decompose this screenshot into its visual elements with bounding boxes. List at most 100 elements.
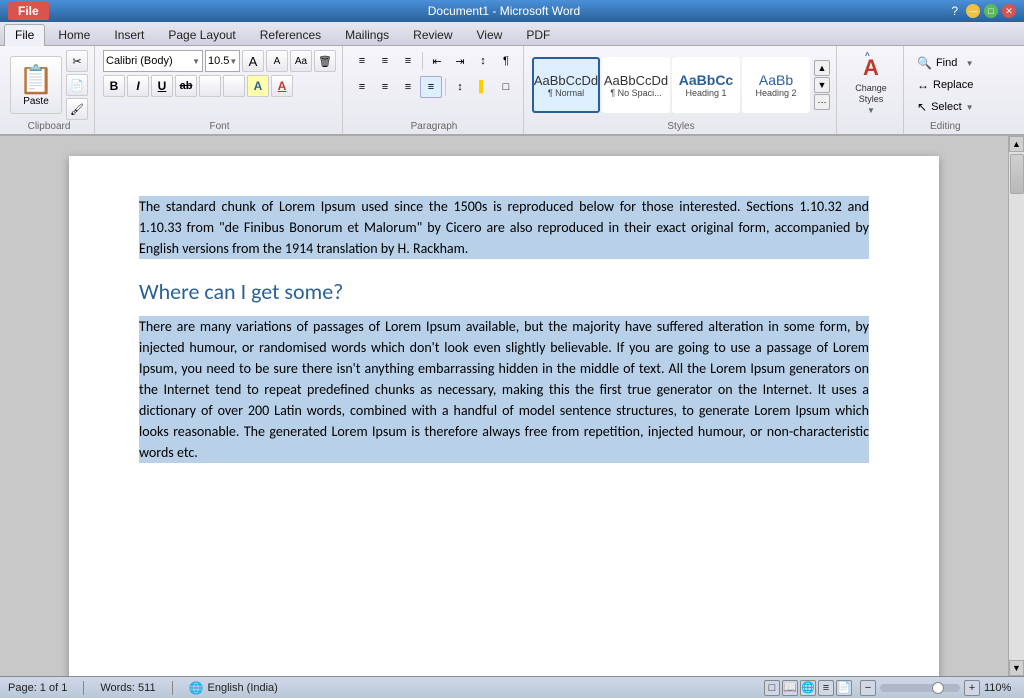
text-highlight-button[interactable]: A [247,75,269,97]
paragraph-group-label: Paragraph [345,121,523,132]
style-normal[interactable]: AaBbCcDd ¶ Normal [532,57,600,113]
change-case-button[interactable]: Aa [290,50,312,72]
paste-button[interactable]: 📋 Paste [10,56,62,114]
font-size-selector[interactable]: 10.5 ▼ [205,50,240,72]
tab-mailings[interactable]: Mailings [334,24,400,45]
strikethrough-button[interactable]: ab [175,75,197,97]
format-painter-button[interactable]: 🖌 [66,98,88,120]
page-status: Page: 1 of 1 [8,682,67,694]
web-layout-btn[interactable]: 🌐 [800,680,816,696]
para1-text: The standard chunk of Lorem Ipsum used s… [139,198,869,257]
maximize-btn[interactable]: □ [984,4,998,18]
paste-label: Paste [23,96,49,107]
minimize-btn[interactable]: — [966,4,980,18]
style-heading1[interactable]: AaBbCc Heading 1 [672,57,740,113]
styles-group: AaBbCcDd ¶ Normal AaBbCcDd ¶ No Spaci...… [526,46,837,134]
style-nospacing-preview: AaBbCcDd [604,73,668,88]
close-btn[interactable]: ✕ [1002,4,1016,18]
ribbon-tabs: File Home Insert Page Layout References … [0,22,1024,46]
bold-button[interactable]: B [103,75,125,97]
bullets-button[interactable]: ≡ [351,50,373,72]
decrease-indent-button[interactable]: ⇤ [426,50,448,72]
align-left-button[interactable]: ≡ [351,76,373,98]
line-spacing-button[interactable]: ↕ [449,76,471,98]
scroll-thumb[interactable] [1010,154,1024,194]
style-h2-name: Heading 2 [755,88,796,98]
shading-button[interactable]: ▌ [472,76,494,98]
replace-button[interactable]: ↔ Replace [912,75,979,95]
justify-button[interactable]: ≡ [420,76,442,98]
separator2 [445,78,446,96]
zoom-out-btn[interactable]: − [860,680,876,696]
vertical-scrollbar[interactable]: ▲ ▼ [1008,136,1024,676]
styles-more[interactable]: ⋯ [814,94,830,110]
draft-btn[interactable]: 📄 [836,680,852,696]
doc-page[interactable]: The standard chunk of Lorem Ipsum used s… [69,156,939,676]
style-no-spacing[interactable]: AaBbCcDd ¶ No Spaci... [602,57,670,113]
ribbon: 📋 Paste ✂ 📄 🖌 Clipboard Calibri (Body) ▼… [0,46,1024,136]
select-button[interactable]: ↖ Select ▼ [912,97,979,117]
para2-text: There are many variations of passages of… [139,318,869,461]
find-button[interactable]: 🔍 Find ▼ [912,53,979,73]
cut-button[interactable]: ✂ [66,50,88,72]
tab-review[interactable]: Review [402,24,463,45]
numbering-button[interactable]: ≡ [374,50,396,72]
style-h1-preview: AaBbCc [679,72,733,88]
tab-view[interactable]: View [466,24,514,45]
borders-button[interactable]: □ [495,76,517,98]
outline-btn[interactable]: ≡ [818,680,834,696]
font-family-selector[interactable]: Calibri (Body) ▼ [103,50,203,72]
replace-icon: ↔ [917,78,929,92]
editing-group: 🔍 Find ▼ ↔ Replace ↖ Select ▼ Editing [906,46,985,134]
zoom-slider[interactable] [880,684,960,692]
words-status: Words: 511 [100,682,155,694]
editing-group-label: Editing [906,121,985,132]
tab-page-layout[interactable]: Page Layout [157,24,246,45]
superscript-button[interactable] [223,75,245,97]
para2[interactable]: There are many variations of passages of… [139,316,869,463]
help-icon[interactable]: ? [951,4,958,18]
print-layout-btn[interactable]: □ [764,680,780,696]
tab-home[interactable]: Home [47,24,101,45]
doc-heading[interactable]: Where can I get some? [139,275,869,308]
find-icon: 🔍 [917,56,932,70]
status-bar: Page: 1 of 1 Words: 511 🌐 English (India… [0,676,1024,698]
file-tab-btn[interactable]: File [8,2,49,20]
underline-button[interactable]: U [151,75,173,97]
grow-font-button[interactable]: A [242,50,264,72]
tab-file[interactable]: File [4,24,45,46]
align-right-button[interactable]: ≡ [397,76,419,98]
italic-button[interactable]: I [127,75,149,97]
clear-format-button[interactable]: 🗑 [314,50,336,72]
multilevel-button[interactable]: ≡ [397,50,419,72]
zoom-thumb[interactable] [932,682,944,694]
copy-button[interactable]: 📄 [66,74,88,96]
sort-button[interactable]: ↕ [472,50,494,72]
style-nospacing-name: ¶ No Spaci... [610,88,661,98]
change-styles-label: ChangeStyles [855,83,887,105]
scroll-down-btn[interactable]: ▼ [1009,660,1024,676]
zoom-in-btn[interactable]: + [964,680,980,696]
tab-references[interactable]: References [249,24,332,45]
scroll-up-btn[interactable]: ▲ [1009,136,1024,152]
styles-scroll-down[interactable]: ▼ [814,77,830,93]
app-title: Document1 - Microsoft Word [57,4,952,18]
tab-insert[interactable]: Insert [103,24,155,45]
full-reading-btn[interactable]: 📖 [782,680,798,696]
tab-pdf[interactable]: PDF [515,24,561,45]
doc-scroll-area[interactable]: The standard chunk of Lorem Ipsum used s… [0,136,1008,676]
align-center-button[interactable]: ≡ [374,76,396,98]
replace-label: Replace [933,79,973,91]
font-color-button[interactable]: A [271,75,293,97]
styles-scroll-up[interactable]: ▲ [814,60,830,76]
subscript-button[interactable] [199,75,221,97]
style-heading2[interactable]: AaBb Heading 2 [742,57,810,113]
clipboard-group: 📋 Paste ✂ 📄 🖌 Clipboard [4,46,95,134]
font-group: Calibri (Body) ▼ 10.5 ▼ A A Aa 🗑 B I U a… [97,46,343,134]
increase-indent-button[interactable]: ⇥ [449,50,471,72]
para1[interactable]: The standard chunk of Lorem Ipsum used s… [139,196,869,259]
change-styles-button[interactable]: A^ ChangeStyles ▼ [845,58,897,112]
select-icon: ↖ [917,100,927,114]
show-marks-button[interactable]: ¶ [495,50,517,72]
shrink-font-button[interactable]: A [266,50,288,72]
